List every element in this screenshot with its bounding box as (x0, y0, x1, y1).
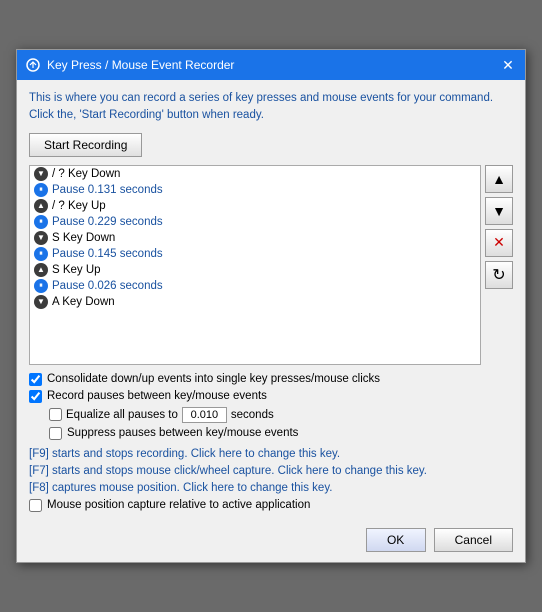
event-label: Pause 0.229 seconds (52, 216, 163, 228)
refresh-icon: ↻ (492, 265, 505, 285)
pause-icon: ⏸ (34, 183, 48, 197)
list-item[interactable]: ⏸ Pause 0.026 seconds (30, 278, 480, 294)
event-label: Pause 0.131 seconds (52, 184, 163, 196)
close-button[interactable]: ✕ (499, 56, 517, 74)
key-down-icon: ▼ (34, 231, 48, 245)
intro-text: This is where you can record a series of… (29, 90, 513, 122)
event-label: Pause 0.145 seconds (52, 248, 163, 260)
equalize-unit: seconds (231, 409, 274, 421)
delete-icon: ✕ (493, 234, 505, 251)
consolidate-checkbox[interactable] (29, 373, 42, 386)
f7-link[interactable]: [F7] starts and stops mouse click/wheel … (29, 465, 513, 477)
mouse-position-label: Mouse position capture relative to activ… (47, 499, 310, 511)
suppress-checkbox[interactable] (49, 427, 62, 440)
options-section: Consolidate down/up events into single k… (29, 373, 513, 440)
list-item[interactable]: ▼ S Key Down (30, 230, 480, 246)
dialog-content: This is where you can record a series of… (17, 80, 525, 521)
list-area: ▼ / ? Key Down ⏸ Pause 0.131 seconds ▲ / ? Ke… (29, 165, 513, 365)
record-pauses-row: Record pauses between key/mouse events (29, 390, 513, 403)
ok-button[interactable]: OK (366, 528, 426, 552)
delete-button[interactable]: ✕ (485, 229, 513, 257)
list-item[interactable]: ▲ / ? Key Up (30, 198, 480, 214)
event-label: S Key Up (52, 264, 101, 276)
event-label: Pause 0.026 seconds (52, 280, 163, 292)
event-label: S Key Down (52, 232, 115, 244)
key-up-icon: ▲ (34, 263, 48, 277)
move-down-button[interactable]: ▼ (485, 197, 513, 225)
equalize-input[interactable] (182, 407, 227, 423)
refresh-button[interactable]: ↻ (485, 261, 513, 289)
suppress-row: Suppress pauses between key/mouse events (49, 427, 513, 440)
pause-icon: ⏸ (34, 247, 48, 261)
links-section: [F9] starts and stops recording. Click h… (29, 448, 513, 494)
record-pauses-label: Record pauses between key/mouse events (47, 390, 267, 402)
window-icon (25, 57, 41, 73)
equalize-checkbox[interactable] (49, 408, 62, 421)
start-recording-button[interactable]: Start Recording (29, 133, 142, 157)
suppress-label: Suppress pauses between key/mouse events (67, 427, 298, 439)
footer-buttons: OK Cancel (17, 522, 525, 562)
pause-icon: ⏸ (34, 279, 48, 293)
move-up-button[interactable]: ▲ (485, 165, 513, 193)
record-pauses-checkbox[interactable] (29, 390, 42, 403)
title-bar: Key Press / Mouse Event Recorder ✕ (17, 50, 525, 80)
list-item[interactable]: ⏸ Pause 0.145 seconds (30, 246, 480, 262)
cancel-button[interactable]: Cancel (434, 528, 513, 552)
dialog-window: Key Press / Mouse Event Recorder ✕ This … (16, 49, 526, 562)
event-list[interactable]: ▼ / ? Key Down ⏸ Pause 0.131 seconds ▲ / ? Ke… (29, 165, 481, 365)
key-up-icon: ▲ (34, 199, 48, 213)
list-item[interactable]: ▼ / ? Key Down (30, 166, 480, 182)
event-label: A Key Down (52, 296, 115, 308)
key-down-icon: ▼ (34, 167, 48, 181)
equalize-label: Equalize all pauses to (66, 409, 178, 421)
list-item[interactable]: ⏸ Pause 0.229 seconds (30, 214, 480, 230)
window-title: Key Press / Mouse Event Recorder (47, 58, 493, 72)
consolidate-row: Consolidate down/up events into single k… (29, 373, 513, 386)
consolidate-label: Consolidate down/up events into single k… (47, 373, 380, 385)
arrow-down-icon: ▼ (492, 203, 506, 219)
equalize-row: Equalize all pauses to seconds (49, 407, 513, 423)
arrow-up-icon: ▲ (492, 171, 506, 187)
pause-icon: ⏸ (34, 215, 48, 229)
list-item[interactable]: ⏸ Pause 0.131 seconds (30, 182, 480, 198)
f9-link[interactable]: [F9] starts and stops recording. Click h… (29, 448, 513, 460)
list-item[interactable]: ▲ S Key Up (30, 262, 480, 278)
list-item[interactable]: ▼ A Key Down (30, 294, 480, 310)
key-down-icon: ▼ (34, 295, 48, 309)
event-label: / ? Key Up (52, 200, 106, 212)
f8-link[interactable]: [F8] captures mouse position. Click here… (29, 482, 513, 494)
mouse-position-row: Mouse position capture relative to activ… (29, 499, 513, 512)
event-label: / ? Key Down (52, 168, 120, 180)
list-controls: ▲ ▼ ✕ ↻ (485, 165, 513, 365)
mouse-position-checkbox[interactable] (29, 499, 42, 512)
